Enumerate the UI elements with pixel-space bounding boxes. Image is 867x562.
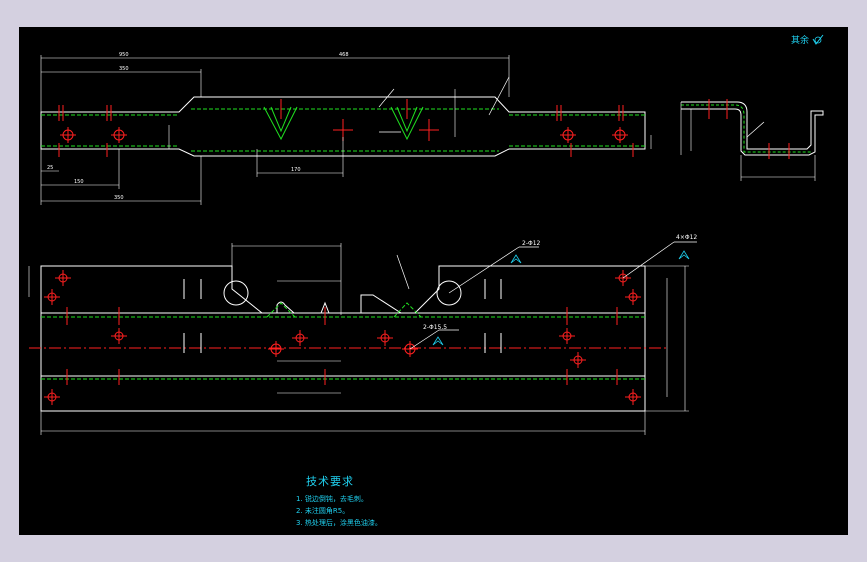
svg-text:350: 350 <box>114 195 124 201</box>
hole-callout-top: 2-Φ12 <box>522 240 541 247</box>
roughness-label: 其余 <box>791 36 810 46</box>
requirement-item-2: 2. 未注圆角R5。 <box>296 507 350 515</box>
svg-text:950: 950 <box>119 52 129 58</box>
plan-leaders <box>396 241 697 350</box>
svg-text:350: 350 <box>119 66 129 72</box>
callout-roughness-marks <box>432 250 690 346</box>
roughness-note: 其余 <box>791 33 824 46</box>
requirement-item-1: 1. 锐边倒钝，去毛刺。 <box>296 495 368 503</box>
svg-text:170: 170 <box>291 167 301 173</box>
top-center-marks <box>58 99 634 157</box>
plan-dimensions <box>28 243 689 435</box>
plan-hidden-lines <box>41 302 645 380</box>
cad-drawing-viewport[interactable]: 950 468 350 25 150 350 170 2-Φ12 2-Φ15.5… <box>19 27 848 535</box>
plan-view-outline <box>40 265 646 412</box>
requirement-item-3: 3. 热处理后，涂黑色油漆。 <box>296 519 382 527</box>
svg-text:468: 468 <box>339 52 349 58</box>
plan-holes <box>44 270 641 405</box>
top-leaders <box>378 76 510 133</box>
side-profile-view <box>680 99 824 181</box>
technical-requirements: 技术要求 1. 锐边倒钝，去毛刺。 2. 未注圆角R5。 3. 热处理后，涂黑色… <box>296 473 382 529</box>
top-holes <box>60 127 628 143</box>
surface-roughness-check-icon <box>812 34 824 45</box>
hole-callout-mid: 2-Φ15.5 <box>423 324 448 331</box>
top-dim-text: 950 468 350 25 150 350 170 <box>47 52 349 201</box>
svg-text:25: 25 <box>47 165 53 171</box>
technical-requirements-title: 技术要求 <box>306 475 354 488</box>
engineering-drawing: 950 468 350 25 150 350 170 <box>28 52 824 435</box>
svg-text:150: 150 <box>74 179 84 185</box>
hole-callout-right: 4×Φ12 <box>676 234 698 241</box>
